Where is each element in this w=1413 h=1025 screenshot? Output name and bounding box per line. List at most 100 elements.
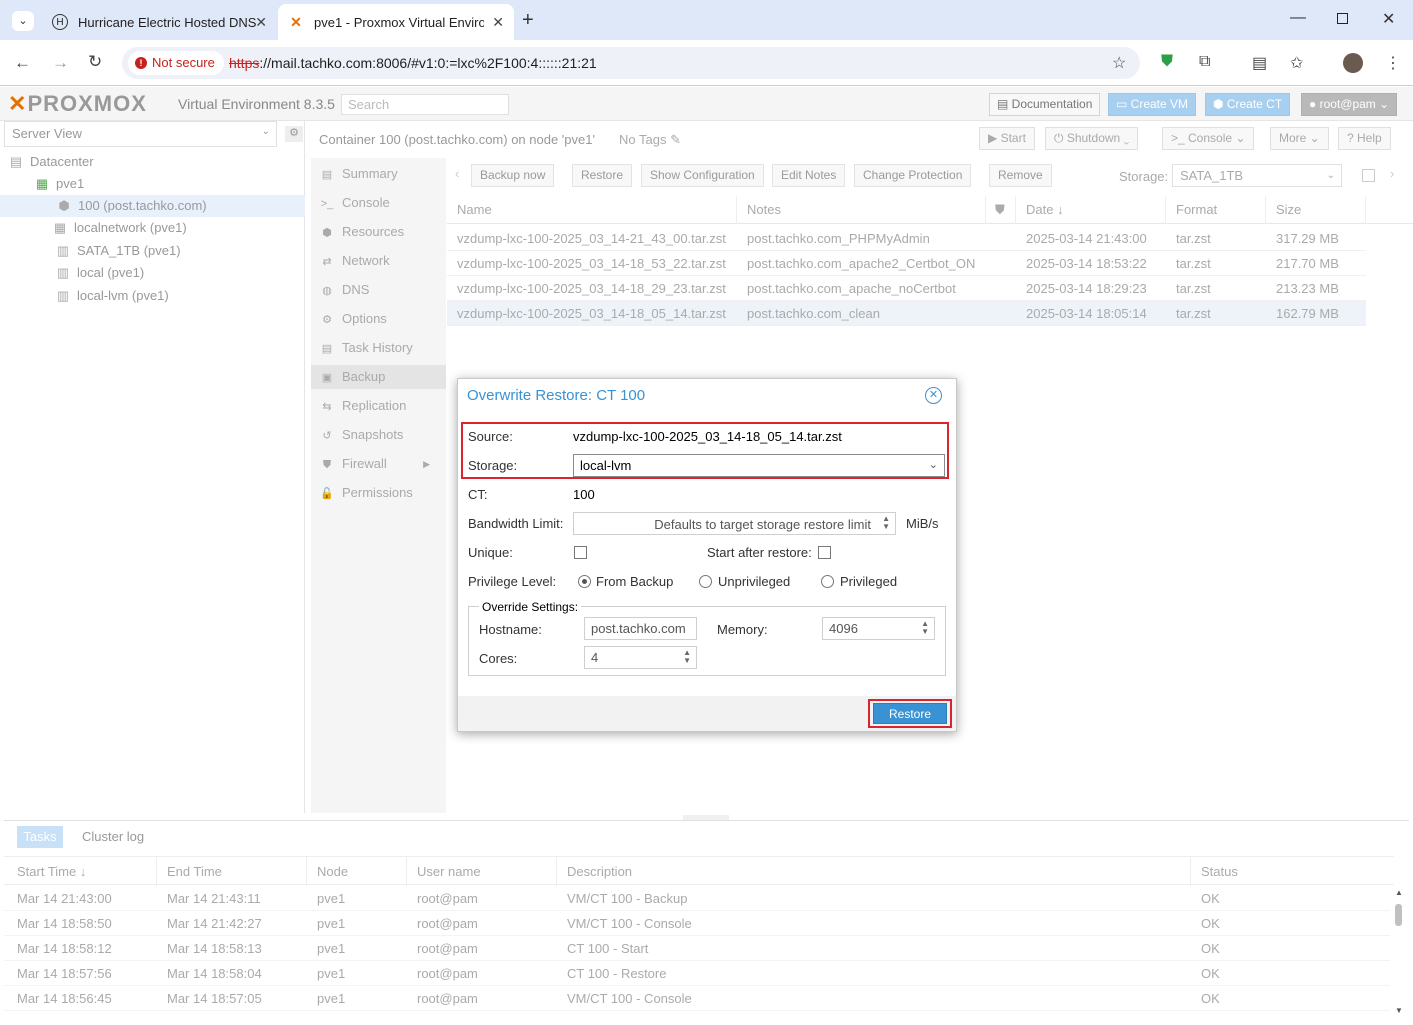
tree-item-datacenter[interactable]: ▤ Datacenter <box>0 151 305 173</box>
filter-checkbox[interactable] <box>1362 169 1375 182</box>
spinner-icon[interactable]: ▲ ▼ <box>882 515 890 531</box>
tasks-scrollbar[interactable]: ▲ ▼ <box>1394 888 1403 1016</box>
col-format[interactable]: Format <box>1176 202 1217 217</box>
task-row[interactable]: Mar 14 18:58:12 Mar 14 18:58:13 pve1 root@p… <box>4 936 1390 961</box>
subnav-console[interactable]: >_ Console <box>311 191 446 215</box>
no-tags-label[interactable]: No Tags ✎ <box>619 132 681 148</box>
cores-input[interactable]: 4 ▲ ▼ <box>584 646 697 669</box>
restore-toolbar-button[interactable]: Restore <box>572 164 633 187</box>
gear-icon[interactable]: ⚙ <box>285 126 303 142</box>
col-status[interactable]: Status <box>1201 864 1238 879</box>
unique-checkbox[interactable] <box>574 546 587 559</box>
col-notes[interactable]: Notes <box>747 202 781 217</box>
spinner-icon[interactable]: ▲ ▼ <box>683 649 691 665</box>
tab-hurricane-dns[interactable]: H Hurricane Electric Hosted DNS ✕ <box>42 4 277 40</box>
backup-row[interactable]: vzdump-lxc-100-2025_03_14-18_29_23.tar.z… <box>447 276 1366 301</box>
close-icon[interactable]: ✕ <box>255 14 267 31</box>
tree-item-local-lvm[interactable]: ▥ local-lvm (pve1) <box>0 285 305 307</box>
scroll-down-icon[interactable]: ▼ <box>1395 1006 1403 1015</box>
protected-icon[interactable]: ⛊ <box>995 202 1005 218</box>
edit-notes-button[interactable]: Edit Notes <box>772 164 846 187</box>
tab-pve1[interactable]: ✕ pve1 - Proxmox Virtual Environ ✕ <box>278 4 514 40</box>
url-text[interactable]: https://mail.tachko.com:8006/#v1:0:=lxc%… <box>229 55 597 71</box>
create-vm-button[interactable]: ▭ Create VM <box>1108 93 1197 116</box>
col-start-time[interactable]: Start Time ↓ <box>17 864 86 879</box>
scroll-up-icon[interactable]: ▲ <box>1395 888 1403 897</box>
tab-cluster-log[interactable]: Cluster log <box>82 829 144 844</box>
scroll-thumb[interactable] <box>1395 904 1402 926</box>
subnav-snapshots[interactable]: ↺ Snapshots <box>311 423 446 447</box>
backup-row[interactable]: vzdump-lxc-100-2025_03_14-21_43_00.tar.z… <box>447 226 1366 251</box>
shield-extension-icon[interactable]: ⛊ <box>1161 53 1173 71</box>
maximize-icon[interactable] <box>1337 13 1348 24</box>
forward-icon[interactable]: → <box>52 53 69 73</box>
subnav-resources[interactable]: ⬢ Resources <box>311 220 446 244</box>
restore-button[interactable]: Restore <box>873 703 947 724</box>
backup-row[interactable]: vzdump-lxc-100-2025_03_14-18_53_22.tar.z… <box>447 251 1366 276</box>
more-button[interactable]: More ⌄ <box>1270 127 1329 150</box>
user-menu-button[interactable]: ● root@pam ⌄ <box>1301 93 1398 116</box>
subnav-permissions[interactable]: 🔓 Permissions <box>311 481 446 505</box>
col-user-name[interactable]: User name <box>417 864 481 879</box>
minimize-icon[interactable]: — <box>1290 9 1306 27</box>
close-icon[interactable]: ✕ <box>925 387 942 404</box>
shutdown-button[interactable]: ⏻ Shutdown ⌄ <box>1045 127 1139 150</box>
tree-item-ct100[interactable]: ⬢ 100 (post.tachko.com) <box>0 195 305 217</box>
documentation-button[interactable]: ▤ Documentation <box>989 93 1101 116</box>
toolbar-scroll-left-icon[interactable]: ‹ <box>455 166 459 181</box>
subnav-firewall[interactable]: ⛊ Firewall ▶ <box>311 452 446 476</box>
subnav-dns[interactable]: ◍ DNS <box>311 278 446 302</box>
task-row[interactable]: Mar 14 21:43:00 Mar 14 21:43:11 pve1 root@p… <box>4 886 1390 911</box>
bandwidth-input[interactable]: Defaults to target storage restore limit… <box>573 512 896 535</box>
extensions-icon[interactable]: ⧉ <box>1199 53 1210 71</box>
profile-avatar[interactable] <box>1343 53 1363 73</box>
task-row[interactable]: Mar 14 18:57:56 Mar 14 18:58:04 pve1 root@p… <box>4 961 1390 986</box>
spinner-icon[interactable]: ▲ ▼ <box>921 620 929 636</box>
storage-select[interactable]: SATA_1TB ⌄ <box>1172 164 1342 187</box>
task-row[interactable]: Mar 14 18:56:45 Mar 14 18:57:05 pve1 root@p… <box>4 986 1390 1011</box>
panel-resize-handle[interactable] <box>683 815 729 820</box>
radio-from-backup[interactable] <box>578 575 591 588</box>
col-end-time[interactable]: End Time <box>167 864 222 879</box>
tree-item-localnetwork[interactable]: ▦ localnetwork (pve1) <box>0 217 305 239</box>
subnav-backup[interactable]: ▣ Backup <box>311 365 446 389</box>
not-secure-chip[interactable]: ! Not secure <box>128 51 224 75</box>
storage-combobox[interactable]: local-lvm ⌄ <box>573 454 945 477</box>
toolbar-scroll-right-icon[interactable]: › <box>1390 166 1394 181</box>
bookmark-star-icon[interactable]: ☆ <box>1112 53 1126 73</box>
back-icon[interactable]: ← <box>14 53 31 73</box>
new-tab-icon[interactable]: + <box>522 9 534 32</box>
subnav-network[interactable]: ⇄ Network <box>311 249 446 273</box>
subnav-replication[interactable]: ⇆ Replication <box>311 394 446 418</box>
create-ct-button[interactable]: ⬢ Create CT <box>1205 93 1291 116</box>
tree-item-sata[interactable]: ▥ SATA_1TB (pve1) <box>0 240 305 262</box>
subnav-task-history[interactable]: ▤ Task History <box>311 336 446 360</box>
bookmarks-icon[interactable]: ✩ <box>1290 53 1303 73</box>
backup-row[interactable]: vzdump-lxc-100-2025_03_14-18_05_14.tar.z… <box>447 301 1366 326</box>
browser-menu-icon[interactable]: ⋮ <box>1385 53 1401 73</box>
remove-button[interactable]: Remove <box>989 164 1052 187</box>
show-configuration-button[interactable]: Show Configuration <box>641 164 764 187</box>
radio-unprivileged[interactable] <box>699 575 712 588</box>
start-after-restore-checkbox[interactable] <box>818 546 831 559</box>
reading-list-icon[interactable]: ▤ <box>1252 53 1267 73</box>
backup-now-button[interactable]: Backup now <box>471 164 555 187</box>
memory-input[interactable]: 4096 ▲ ▼ <box>822 617 935 640</box>
tree-item-local[interactable]: ▥ local (pve1) <box>0 262 305 284</box>
window-close-icon[interactable]: ✕ <box>1382 9 1395 29</box>
col-name[interactable]: Name <box>457 202 492 217</box>
subnav-options[interactable]: ⚙ Options <box>311 307 446 331</box>
tab-tasks[interactable]: Tasks <box>17 826 63 848</box>
console-button[interactable]: >_ Console ⌄ <box>1162 127 1255 150</box>
col-size[interactable]: Size <box>1276 202 1301 217</box>
help-button[interactable]: ? Help <box>1338 127 1391 150</box>
tree-item-pve1[interactable]: ▦ pve1 <box>0 173 305 195</box>
server-view-select[interactable]: Server View ⌄ <box>4 121 277 147</box>
radio-privileged[interactable] <box>821 575 834 588</box>
hostname-input[interactable]: post.tachko.com <box>584 617 697 640</box>
close-icon[interactable]: ✕ <box>492 14 504 31</box>
col-description[interactable]: Description <box>567 864 632 879</box>
change-protection-button[interactable]: Change Protection <box>854 164 972 187</box>
task-row[interactable]: Mar 14 18:58:50 Mar 14 21:42:27 pve1 root@p… <box>4 911 1390 936</box>
col-date[interactable]: Date ↓ <box>1026 202 1064 217</box>
